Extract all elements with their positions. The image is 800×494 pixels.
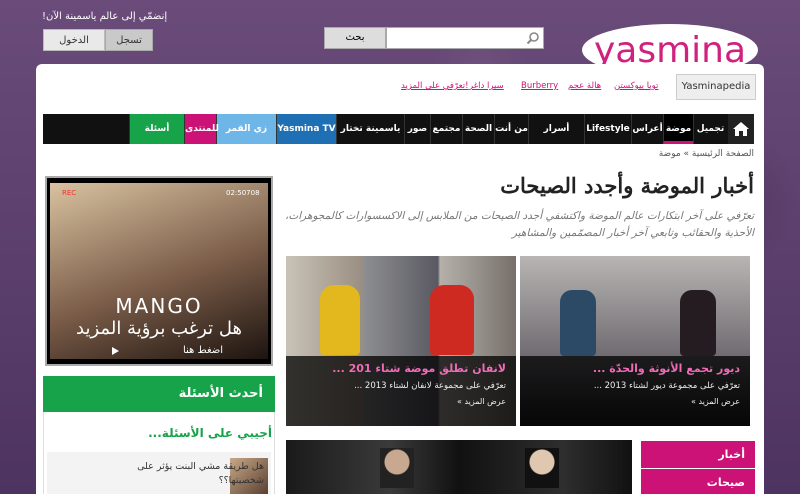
- trend-link[interactable]: Burberry: [521, 81, 558, 91]
- nav-item-forum[interactable]: للمنتدى: [184, 114, 219, 144]
- feature-subtitle: تعرّفي على مجموعة ديور لشتاء 2013 ...: [593, 381, 740, 391]
- feature-more-link[interactable]: عرض المزيد »: [296, 397, 506, 406]
- question-text[interactable]: هل طريقة مشي البنت يؤثر على شخصيتها؟؟: [114, 460, 264, 488]
- video-cta[interactable]: اضغط هنا: [168, 345, 238, 356]
- questions-header[interactable]: أحدث الأسئلة: [43, 376, 275, 412]
- nav-item-lifestyle[interactable]: Lifestyle: [584, 114, 631, 144]
- nav-item-qa[interactable]: أسئلة وأجوبة: [129, 114, 184, 164]
- nav-item-zay-alqamar[interactable]: زي القمر: [216, 114, 276, 144]
- login-button[interactable]: الدخول: [43, 29, 105, 51]
- page-title: أخبار الموضة وأجدد الصيحات: [500, 173, 754, 198]
- sidebar-item-trends[interactable]: صيحات: [641, 469, 755, 494]
- nav-item-weddings[interactable]: أعراس: [631, 114, 663, 144]
- answer-questions-link[interactable]: أجيبي على الأسئلة...: [148, 426, 272, 440]
- video-brand: MANGO: [115, 294, 203, 318]
- nav-item-yasmina-picks[interactable]: ياسمينة تختار لك: [336, 114, 404, 164]
- join-link[interactable]: إنضمّي إلى عالم ياسمينة الآن!: [42, 11, 167, 22]
- nav-item-beauty[interactable]: تجميل: [693, 114, 727, 144]
- feature-caption[interactable]: لانفان تطلق موضة شتاء 201 ... تعرّفي على…: [286, 356, 516, 426]
- bottom-feature-image[interactable]: [286, 440, 632, 494]
- register-button[interactable]: تسجل: [105, 29, 153, 51]
- video-headline: هل ترغب برؤية المزيد: [76, 318, 242, 339]
- nav-item-yasmina-tv[interactable]: Yasmina TV: [276, 114, 336, 144]
- nav-item-photos[interactable]: صور: [404, 114, 430, 144]
- breadcrumb[interactable]: الصفحة الرئيسية » موضة: [659, 149, 754, 159]
- nav-item-health[interactable]: الصحة: [462, 114, 494, 144]
- feature-more-link[interactable]: عرض المزيد »: [530, 397, 740, 406]
- model-red-dress: [430, 285, 474, 355]
- model-dark-gown: [680, 290, 716, 356]
- nav-item-fashion[interactable]: موضة: [663, 114, 693, 144]
- model-blue-gown: [560, 290, 596, 356]
- search-button[interactable]: بحث: [324, 27, 386, 49]
- home-button[interactable]: [728, 114, 754, 144]
- feature-caption[interactable]: ديور تجمع الأنوثة والحدّة ... تعرّفي على…: [520, 356, 750, 426]
- nav-item-success[interactable]: أسرار النجاح: [528, 114, 584, 164]
- trend-link[interactable]: تويا بيوكستن: [614, 81, 658, 91]
- model-portrait: [380, 448, 414, 488]
- trend-link[interactable]: سيرا داغر: [469, 81, 504, 91]
- feature-title[interactable]: لانفان تطلق موضة شتاء 201 ...: [296, 362, 506, 375]
- search-icon[interactable]: [526, 31, 540, 45]
- search-input[interactable]: [386, 27, 544, 49]
- nav-item-society[interactable]: مجتمع: [430, 114, 462, 144]
- feature-title[interactable]: ديور تجمع الأنوثة والحدّة ...: [530, 362, 740, 375]
- nav-item-who-are-you[interactable]: من أنت: [494, 114, 528, 144]
- home-icon: [733, 122, 749, 136]
- model-portrait: [525, 448, 559, 488]
- trend-link[interactable]: تعرّفي على المزيد!: [401, 81, 468, 91]
- yasminapedia-tab[interactable]: Yasminapedia: [676, 74, 756, 100]
- video-timecode: 02:50708: [226, 189, 260, 197]
- model-yellow-dress: [320, 285, 360, 355]
- trend-link[interactable]: هالة عجم: [568, 81, 601, 91]
- rec-indicator: REC: [62, 189, 77, 197]
- page-intro: تعرّفي على آخر ابتكارات عالم الموضة واكت…: [284, 210, 754, 239]
- feature-subtitle: تعرّفي على مجموعة لانفان لشتاء 2013 ...: [354, 381, 506, 391]
- sidebar-item-news[interactable]: أخبار: [641, 441, 755, 468]
- play-icon[interactable]: [110, 346, 120, 356]
